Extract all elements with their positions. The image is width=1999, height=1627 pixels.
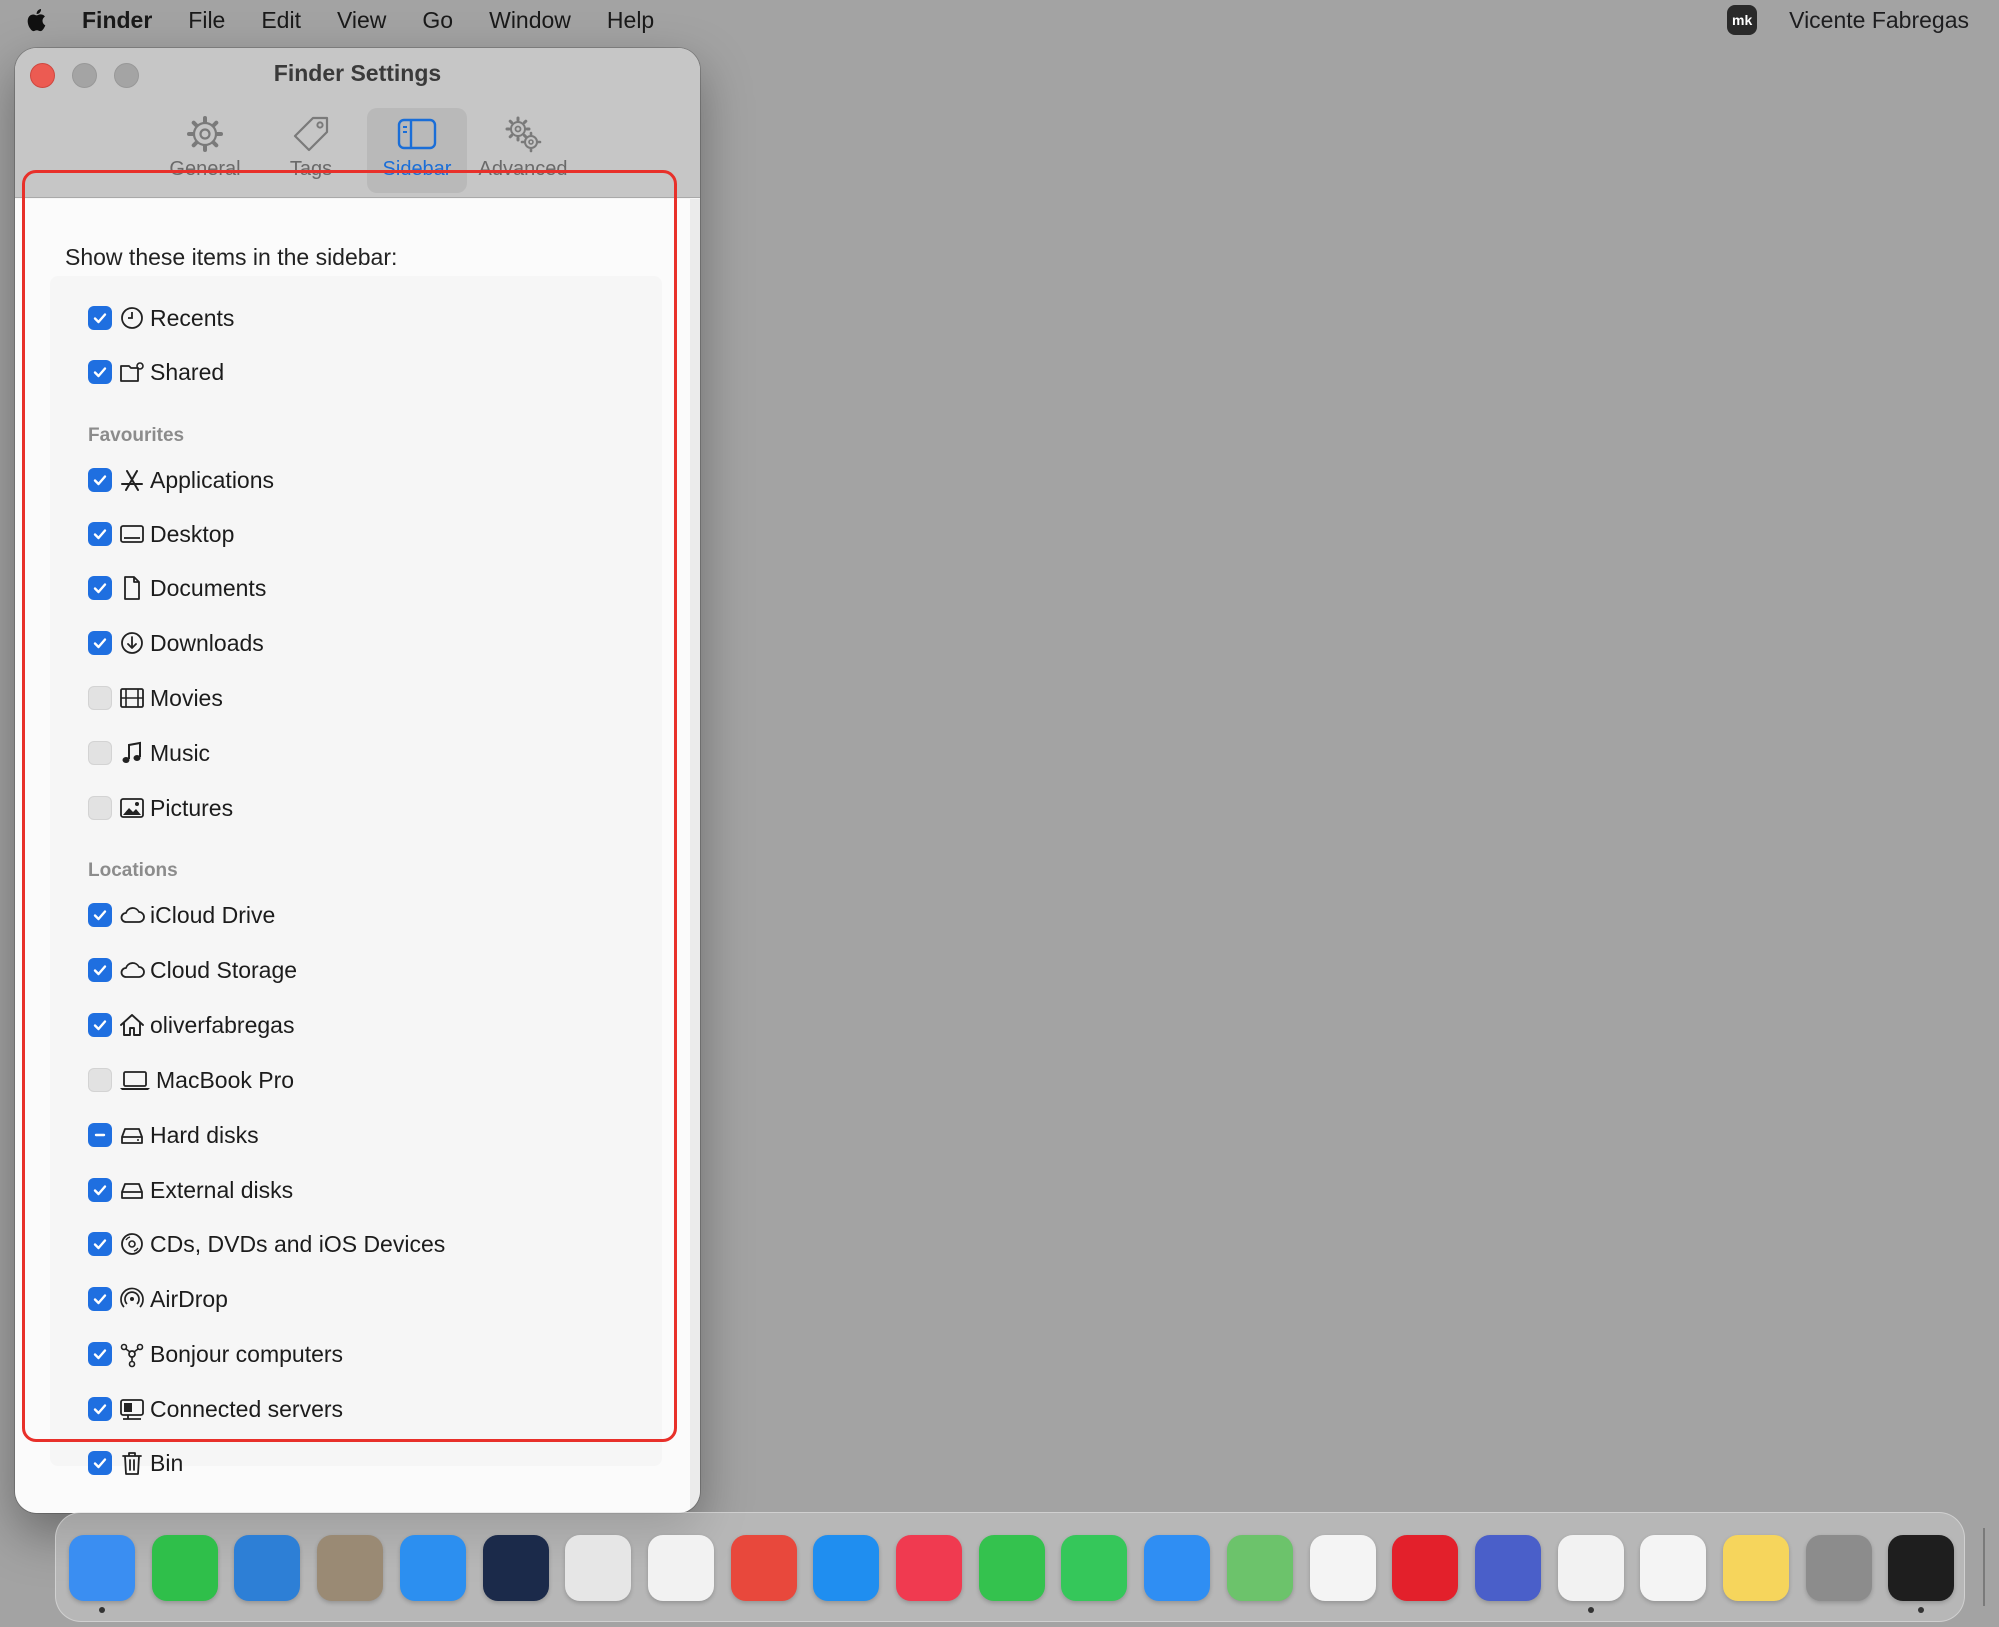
contacts-icon[interactable]	[317, 1535, 383, 1601]
terminal-icon[interactable]	[1888, 1535, 1954, 1601]
steam-icon[interactable]	[483, 1535, 549, 1601]
simulator-icon[interactable]	[1475, 1535, 1541, 1601]
menu-bar: Finder File Edit View Go Window Help mk …	[0, 0, 1999, 40]
dock-running-indicator	[1588, 1607, 1594, 1613]
menu-file[interactable]: File	[188, 7, 225, 34]
music-icon[interactable]	[896, 1535, 962, 1601]
item-bin[interactable]: Bin	[88, 1447, 183, 1479]
highlight-annotation-box	[22, 170, 677, 1442]
rocket-icon[interactable]	[731, 1535, 797, 1601]
scrollbar-track[interactable]	[690, 199, 700, 1513]
mk-app-icon[interactable]	[234, 1535, 300, 1601]
slack-icon[interactable]	[1640, 1535, 1706, 1601]
safari-icon[interactable]	[400, 1535, 466, 1601]
sidebar-icon	[397, 118, 437, 150]
phone-icon[interactable]	[979, 1535, 1045, 1601]
launchpad-grid-icon[interactable]	[565, 1535, 631, 1601]
window-title: Finder Settings	[273, 60, 442, 86]
dock-separator	[1983, 1528, 1985, 1606]
user-name[interactable]: Vicente Fabregas	[1789, 7, 1969, 34]
settings-icon[interactable]	[1806, 1535, 1872, 1601]
menu-edit[interactable]: Edit	[261, 7, 301, 34]
bin-checkbox[interactable]	[88, 1451, 112, 1475]
notes-icon[interactable]	[1723, 1535, 1789, 1601]
app-store-icon[interactable]	[813, 1535, 879, 1601]
facetime-icon[interactable]	[152, 1535, 218, 1601]
mail-icon[interactable]	[1144, 1535, 1210, 1601]
reminders-icon[interactable]	[648, 1535, 714, 1601]
trash-icon	[122, 1452, 142, 1475]
gear-icon	[187, 116, 223, 152]
gears-icon	[505, 116, 542, 153]
menu-go[interactable]: Go	[422, 7, 453, 34]
bin-label: Bin	[150, 1449, 184, 1476]
menu-view[interactable]: View	[337, 7, 386, 34]
dock-running-indicator	[99, 1607, 105, 1613]
mk-status-icon[interactable]: mk	[1727, 5, 1758, 35]
menu-window[interactable]: Window	[489, 7, 571, 34]
messages-icon[interactable]	[1061, 1535, 1127, 1601]
dock-running-indicator	[1918, 1607, 1924, 1613]
photos-icon[interactable]	[1310, 1535, 1376, 1601]
finder-icon[interactable]	[69, 1535, 135, 1601]
tag-icon	[293, 116, 329, 152]
menu-help[interactable]: Help	[607, 7, 654, 34]
apple-logo-icon[interactable]	[22, 5, 52, 35]
opera-icon[interactable]	[1392, 1535, 1458, 1601]
menu-app-finder[interactable]: Finder	[82, 7, 152, 34]
chrome-icon[interactable]	[1558, 1535, 1624, 1601]
maps-icon[interactable]	[1227, 1535, 1293, 1601]
